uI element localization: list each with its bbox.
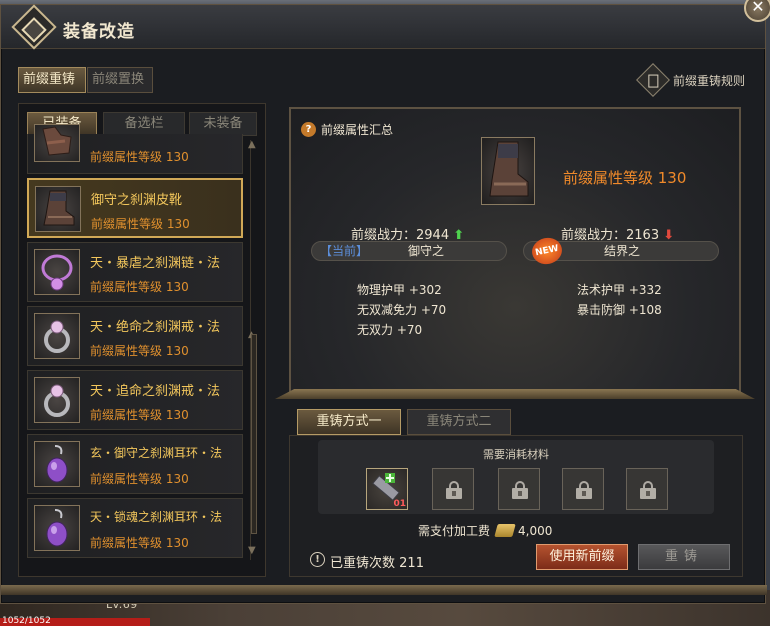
list-item[interactable]: 前缀属性等级 130: [27, 124, 243, 174]
window-emblem-icon: [11, 4, 57, 50]
material-slot-locked: [432, 468, 474, 510]
current-stat: 无双力 +70: [357, 323, 423, 337]
lock-icon: [446, 481, 462, 499]
current-prefix-name: 御守之: [408, 244, 445, 258]
equipment-list-panel: 已装备 备选栏 未装备 前缀属性等级 130 御守之刹渊皮靴 前缀属性等级 13…: [18, 103, 266, 577]
title-bar: 装备改造: [1, 4, 765, 50]
lock-icon: [576, 481, 592, 499]
current-stat: 无双减免力 +70: [357, 303, 447, 317]
tab-recast-method-1[interactable]: 重铸方式一: [297, 409, 401, 435]
recast-button[interactable]: 重铸: [638, 544, 730, 570]
item-prefix-level: 前缀属性等级 130: [90, 150, 189, 164]
recast-cost-panel: 需要消耗材料 01 需支付加工费 4,000 ! 已重铸次数 211 使用新前缀…: [289, 435, 743, 577]
summary-title: ? 前缀属性汇总: [301, 121, 393, 138]
new-stat: 暴击防御 +108: [577, 303, 662, 317]
current-stat: 物理护甲 +302: [357, 283, 442, 297]
scroll-thumb[interactable]: [251, 334, 257, 534]
gloves-icon: [34, 124, 80, 162]
use-new-prefix-button[interactable]: 使用新前缀: [536, 544, 628, 570]
item-prefix-level: 前缀属性等级 130: [91, 217, 190, 231]
coin-icon: [494, 524, 516, 537]
summary-title-text: 前缀属性汇总: [321, 123, 394, 137]
item-name: 天・追命之刹渊戒・法: [90, 384, 221, 399]
equipment-modify-window: 装备改造 前缀重铸 前缀置换 前缀重铸规则 已装备 备选栏 未装备 前缀属性等级…: [0, 4, 767, 604]
list-item[interactable]: 天・绝命之刹渊戒・法 前缀属性等级 130: [27, 306, 243, 366]
earring-icon: [34, 505, 80, 551]
scroll-up-icon[interactable]: ▲: [248, 140, 260, 150]
earring-icon: [34, 441, 80, 487]
ring-icon: [34, 313, 80, 359]
lock-icon: [640, 481, 656, 499]
item-prefix-level: 前缀属性等级 130: [90, 472, 189, 486]
item-prefix-level: 前缀属性等级 130: [90, 280, 189, 294]
lock-icon: [512, 481, 528, 499]
help-icon[interactable]: ?: [301, 122, 316, 137]
fee-label: 需支付加工费: [418, 524, 491, 538]
materials-box: 需要消耗材料 01: [318, 440, 714, 514]
scroll-down-icon[interactable]: ▼: [248, 546, 260, 556]
rules-label: 前缀重铸规则: [673, 73, 746, 88]
tab-recast-method-2[interactable]: 重铸方式二: [407, 409, 511, 435]
item-prefix-level: 前缀属性等级 130: [90, 344, 189, 358]
recast-count-label: 已重铸次数: [330, 556, 396, 571]
window-title: 装备改造: [63, 22, 135, 42]
list-item-selected[interactable]: 御守之刹渊皮靴 前缀属性等级 130: [27, 178, 243, 238]
new-prefix-bar: NEW 结界之: [523, 235, 719, 267]
new-badge: NEW: [529, 235, 565, 267]
tab-prefix-recast[interactable]: 前缀重铸: [18, 67, 86, 93]
tab-backup[interactable]: 备选栏: [103, 112, 185, 136]
new-prefix-name: 结界之: [604, 244, 641, 258]
tab-unequipped[interactable]: 未装备: [189, 112, 257, 136]
item-prefix-level: 前缀属性等级 130: [90, 408, 189, 422]
processing-fee: 需支付加工费 4,000: [418, 522, 552, 539]
boots-icon: [35, 186, 81, 232]
fee-amount: 4,000: [518, 523, 553, 538]
list-item[interactable]: 天・暴虐之刹渊链・法 前缀属性等级 130: [27, 242, 243, 302]
material-count: 01: [393, 499, 406, 509]
recast-count-value: 211: [399, 556, 424, 571]
current-prefix-bar: 【当前】 御守之: [311, 241, 507, 261]
prefix-summary-panel: ? 前缀属性汇总 前缀属性等级 130 前缀战力：2944 ⬆ 前缀战力：216…: [289, 107, 741, 393]
list-item[interactable]: 天・锁魂之刹渊耳环・法 前缀属性等级 130: [27, 498, 243, 558]
item-name: 天・绝命之刹渊戒・法: [90, 320, 221, 335]
recast-count: 已重铸次数 211: [330, 552, 424, 571]
item-name: 天・暴虐之刹渊链・法: [90, 256, 221, 271]
window-bottom-rim: [1, 585, 767, 595]
tab-prefix-swap[interactable]: 前缀置换: [87, 67, 153, 93]
item-name: 玄・御守之刹渊耳环・法: [90, 446, 223, 460]
player-hp-text: 1052/1052: [2, 616, 51, 626]
material-slot-locked: [562, 468, 604, 510]
selected-boots-icon: [481, 137, 535, 205]
prefix-recast-rules-button[interactable]: 前缀重铸规则: [636, 63, 746, 97]
rules-book-icon: [636, 63, 670, 97]
item-name: 天・锁魂之刹渊耳环・法: [90, 510, 223, 524]
item-prefix-level: 前缀属性等级 130: [90, 536, 189, 550]
summary-prefix-level: 前缀属性等级 130: [563, 169, 687, 187]
list-item[interactable]: 玄・御守之刹渊耳环・法 前缀属性等级 130: [27, 434, 243, 494]
material-slot-locked: [626, 468, 668, 510]
summary-panel-base: [275, 389, 755, 399]
current-tag: 【当前】: [320, 244, 369, 258]
ring-icon: [34, 377, 80, 423]
material-slot-filled[interactable]: 01: [366, 468, 408, 510]
necklace-icon: [34, 249, 80, 295]
new-stat: 法术护甲 +332: [577, 283, 662, 297]
materials-title: 需要消耗材料: [483, 448, 549, 461]
material-slot-locked: [498, 468, 540, 510]
info-icon: !: [310, 552, 325, 567]
item-name: 御守之刹渊皮靴: [91, 193, 183, 208]
list-item[interactable]: 天・追命之刹渊戒・法 前缀属性等级 130: [27, 370, 243, 430]
